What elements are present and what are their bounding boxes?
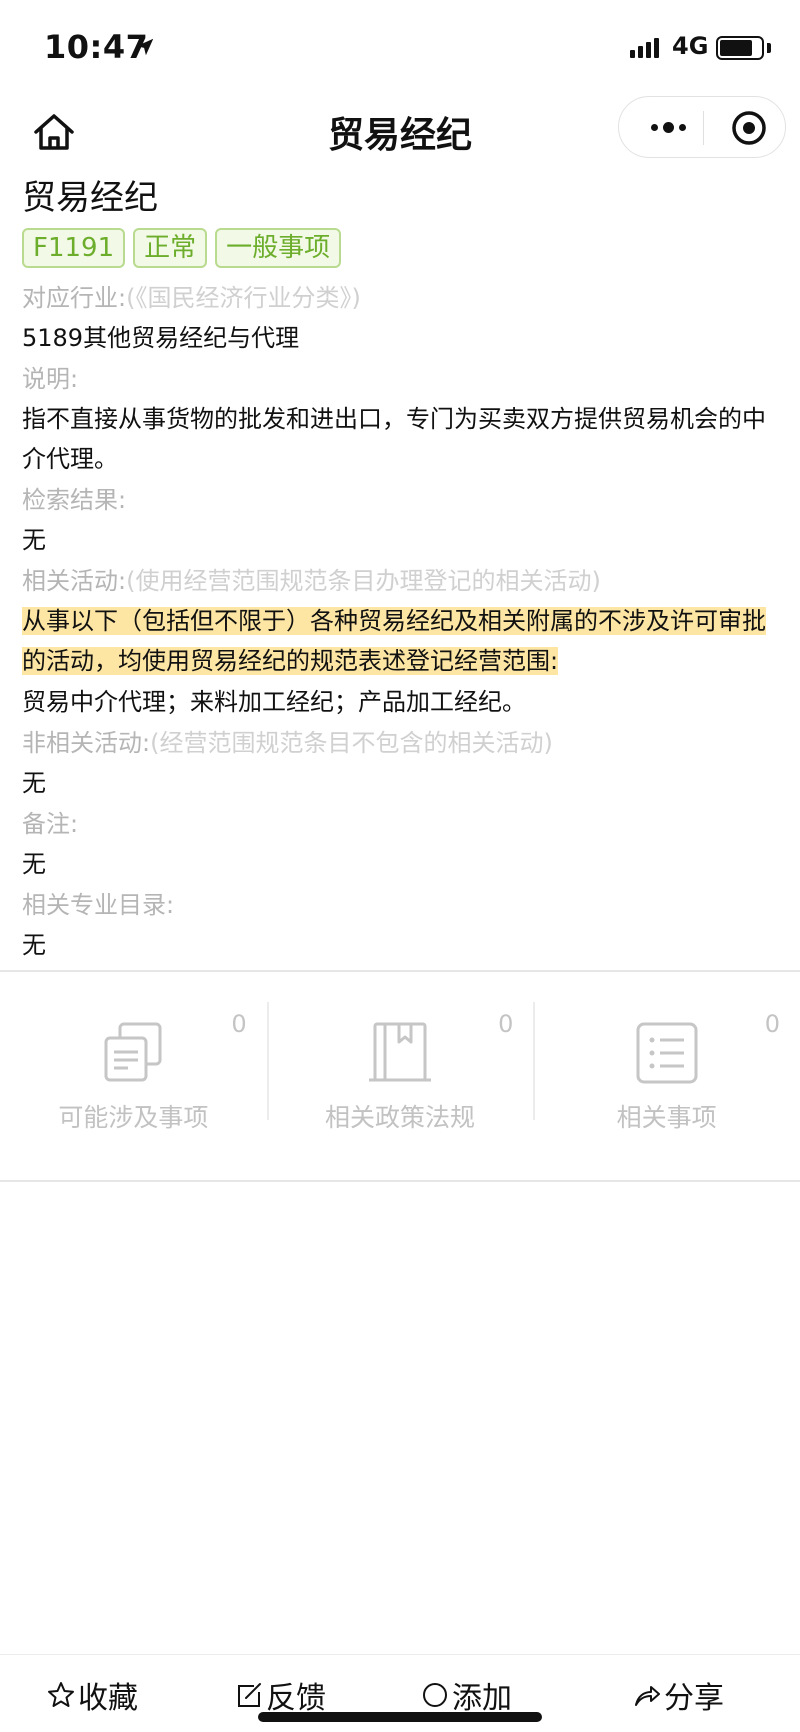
related-activity-value: 从事以下（包括但不限于）各种贸易经纪及相关附属的不涉及许可审批的活动，均使用贸易… <box>22 601 782 681</box>
possible-items-button[interactable]: 0 可能涉及事项 <box>0 972 267 1180</box>
type-tag: 一般事项 <box>215 228 342 268</box>
related-activity-list: 贸易中介代理；来料加工经纪；产品加工经纪。 <box>22 688 526 716</box>
catalog-label: 相关专业目录: <box>22 891 175 919</box>
related-items-count: 0 <box>764 1010 781 1038</box>
feedback-button[interactable]: 反馈 <box>234 1673 326 1717</box>
share-label: 分享 <box>664 1681 724 1716</box>
capsule-divider <box>703 111 704 145</box>
tag-list: F1191 正常 一般事项 <box>22 228 782 268</box>
section-divider-bottom <box>0 1180 800 1182</box>
policies-count: 0 <box>498 1010 514 1038</box>
description-value: 指不直接从事货物的批发和进出口，专门为买卖双方提供贸易机会的中介代理。 <box>22 405 766 473</box>
favorite-button[interactable]: 收藏 <box>46 1673 138 1717</box>
unrelated-activity-label: 非相关活动:(经营范围规范条目不包含的相关活动) <box>22 729 553 757</box>
unrelated-activity-value: 无 <box>22 769 46 797</box>
status-bar: 10:47 4G <box>0 0 800 96</box>
add-label: 添加 <box>452 1681 512 1716</box>
home-indicator <box>258 1712 542 1722</box>
page-title: 贸易经纪 <box>22 178 158 218</box>
related-activity-label: 相关活动:(使用经营范围规范条目办理登记的相关活动) <box>22 567 601 595</box>
policies-button[interactable]: 0 相关政策法规 <box>266 972 534 1180</box>
more-icon[interactable] <box>643 111 693 143</box>
code-tag: F1191 <box>22 228 126 268</box>
related-items-label: 相关事项 <box>616 1103 717 1132</box>
add-button[interactable]: 添加 <box>420 1673 512 1717</box>
search-result-value: 无 <box>22 526 46 554</box>
feedback-label: 反馈 <box>266 1681 326 1716</box>
possible-items-label: 可能涉及事项 <box>58 1103 209 1132</box>
list-icon <box>636 1022 698 1084</box>
share-icon <box>635 1686 660 1706</box>
mini-program-capsule <box>618 96 786 158</box>
network-type: 4G <box>672 32 709 60</box>
industry-label: 对应行业:(《国民经济行业分类》) <box>22 284 361 312</box>
status-time: 10:47 <box>44 28 149 66</box>
search-result-label: 检索结果: <box>22 486 127 514</box>
industry-value: 5189其他贸易经纪与代理 <box>22 324 300 352</box>
remark-value: 无 <box>22 850 46 878</box>
battery-icon <box>716 36 764 60</box>
status-tag: 正常 <box>133 228 208 268</box>
related-section: 0 可能涉及事项 0 相关政策法规 0 相关事项 <box>0 972 800 1180</box>
signal-icon <box>630 34 659 58</box>
related-items-button[interactable]: 0 相关事项 <box>533 972 800 1180</box>
battery-cap <box>767 43 771 53</box>
circle-icon <box>423 1683 447 1707</box>
book-icon <box>369 1022 431 1082</box>
star-icon <box>48 1682 74 1707</box>
catalog-value: 无 <box>22 931 46 959</box>
related-activity-highlight: 从事以下（包括但不限于）各种贸易经纪及相关附属的不涉及许可审批的活动，均使用贸易… <box>22 607 766 675</box>
nav-bar: 贸易经纪 <box>0 96 800 176</box>
detail-content: 贸易经纪 F1191 正常 一般事项 对应行业:(《国民经济行业分类》) 518… <box>22 176 782 966</box>
possible-items-count: 0 <box>231 1010 247 1038</box>
description-label: 说明: <box>22 365 79 393</box>
share-button[interactable]: 分享 <box>632 1673 724 1717</box>
policies-label: 相关政策法规 <box>325 1103 476 1132</box>
remark-label: 备注: <box>22 810 79 838</box>
location-arrow-icon <box>136 38 154 56</box>
documents-icon <box>104 1022 162 1082</box>
favorite-label: 收藏 <box>78 1681 138 1716</box>
close-target-icon[interactable] <box>731 110 767 146</box>
edit-icon <box>238 1683 261 1707</box>
